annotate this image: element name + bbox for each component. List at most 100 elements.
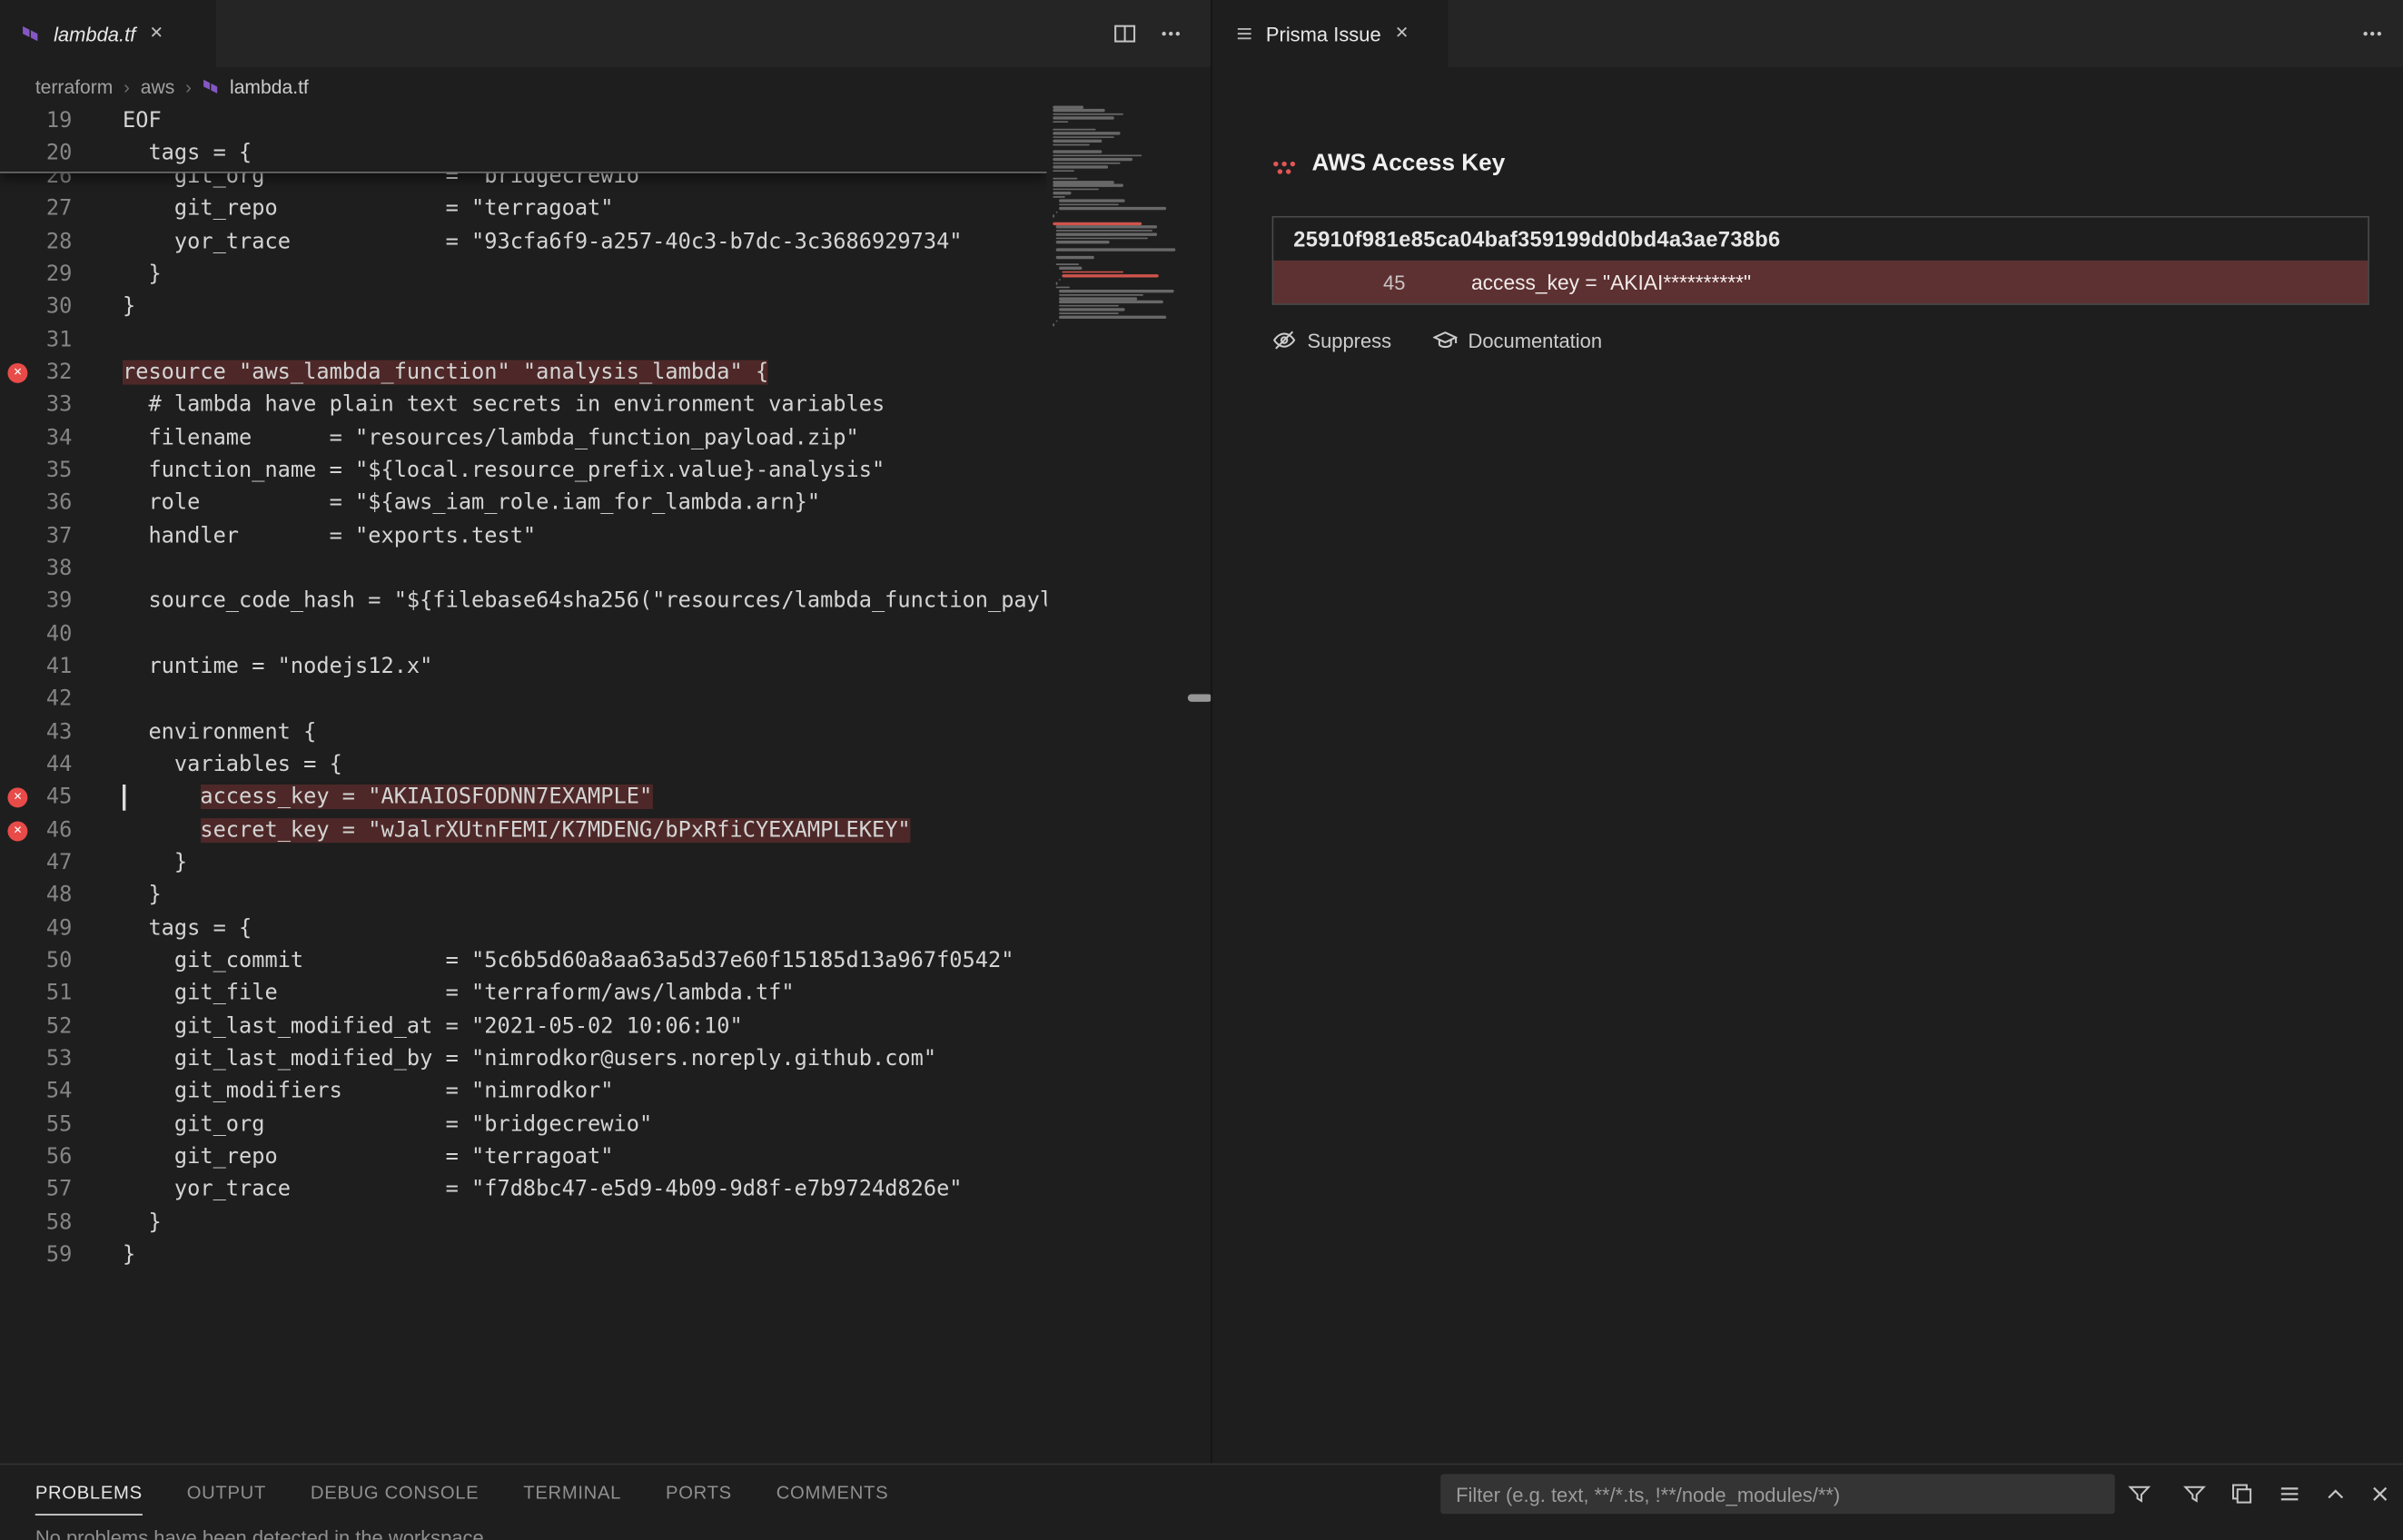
code-line-34[interactable]: 34 filename = "resources/lambda_function… — [0, 422, 1047, 455]
filter-icon[interactable] — [2182, 1482, 2207, 1506]
tab-lambda-tf[interactable]: lambda.tf ✕ — [0, 0, 216, 67]
code-text: } — [123, 291, 135, 324]
breadcrumb-item-lambda-tf[interactable]: lambda.tf — [230, 76, 309, 98]
code-line-54[interactable]: 54 git_modifiers = "nimrodkor" — [0, 1076, 1047, 1109]
code-line-20[interactable]: 20 tags = { — [0, 138, 1047, 171]
code-line-27[interactable]: 27 git_repo = "terragoat" — [0, 193, 1047, 226]
more-actions-icon[interactable] — [1159, 22, 1183, 46]
code-line-32[interactable]: ✕32resource "aws_lambda_function" "analy… — [0, 357, 1047, 390]
tab-output[interactable]: OUTPUT — [187, 1473, 266, 1515]
code-line-43[interactable]: 43 environment { — [0, 716, 1047, 749]
line-number: 29 — [0, 259, 72, 291]
code-line-48[interactable]: 48 } — [0, 880, 1047, 913]
line-number: 46 — [0, 814, 72, 847]
minimap[interactable] — [1048, 105, 1182, 718]
close-tab-icon[interactable]: ✕ — [150, 25, 164, 43]
split-editor-icon[interactable] — [1112, 22, 1137, 46]
view-as-list-icon[interactable] — [2278, 1482, 2302, 1506]
code-area[interactable]: 26 git_org = "bridgecrewio"27 git_repo =… — [0, 105, 1047, 1463]
code-text: git_modifiers = "nimrodkor" — [123, 1076, 614, 1109]
code-line-53[interactable]: 53 git_last_modified_by = "nimrodkor@use… — [0, 1043, 1047, 1076]
documentation-button[interactable]: Documentation — [1433, 328, 1602, 352]
code-line-42[interactable]: 42 — [0, 684, 1047, 716]
code-line-29[interactable]: 29 } — [0, 259, 1047, 291]
breadcrumb[interactable]: terraform › aws › lambda.tf — [0, 67, 1211, 105]
minimap-line — [1053, 151, 1102, 153]
line-number: 34 — [0, 422, 72, 455]
code-text: git_org = "bridgecrewio" — [123, 1109, 652, 1141]
code-line-31[interactable]: 31 — [0, 324, 1047, 357]
code-line-38[interactable]: 38 — [0, 553, 1047, 586]
problems-filter-input[interactable] — [1440, 1474, 2115, 1514]
minimap-line — [1053, 140, 1102, 143]
code-line-55[interactable]: 55 git_org = "bridgecrewio" — [0, 1109, 1047, 1141]
line-number: 40 — [0, 618, 72, 651]
workbench: lambda.tf ✕ Prisma Issue — [0, 0, 2403, 1540]
code-line-19[interactable]: 19EOF — [0, 105, 1047, 138]
breadcrumb-item-terraform[interactable]: terraform — [35, 76, 114, 98]
code-line-51[interactable]: 51 git_file = "terraform/aws/lambda.tf" — [0, 978, 1047, 1011]
code-line-50[interactable]: 50 git_commit = "5c6b5d60a8aa63a5d37e60f… — [0, 945, 1047, 978]
collapse-all-icon[interactable] — [2230, 1482, 2254, 1506]
code-line-46[interactable]: ✕46 secret_key = "wJalrXUtnFEMI/K7MDENG/… — [0, 814, 1047, 847]
suppress-button[interactable]: Suppress — [1272, 328, 1391, 352]
line-number: 30 — [0, 291, 72, 324]
filter-icon[interactable] — [2127, 1482, 2151, 1506]
code-line-28[interactable]: 28 yor_trace = "93cfa6f9-a257-40c3-b7dc-… — [0, 226, 1047, 259]
tab-label: Prisma Issue — [1266, 22, 1381, 44]
line-number: 19 — [0, 105, 72, 138]
close-panel-icon[interactable] — [2368, 1482, 2392, 1506]
line-number: 54 — [0, 1076, 72, 1109]
code-text: environment { — [123, 716, 316, 749]
code-line-41[interactable]: 41 runtime = "nodejs12.x" — [0, 651, 1047, 684]
finding-code-row[interactable]: 45 access_key = "AKIAI**********" — [1273, 261, 2368, 303]
terraform-file-icon — [203, 76, 222, 96]
code-line-45[interactable]: ✕45 access_key = "AKIAIOSFODNN7EXAMPLE" — [0, 782, 1047, 814]
code-line-56[interactable]: 56 git_repo = "terragoat" — [0, 1141, 1047, 1174]
code-line-37[interactable]: 37 handler = "exports.test" — [0, 520, 1047, 553]
minimap-line — [1059, 305, 1119, 308]
minimap-line — [1053, 136, 1114, 139]
code-text: function_name = "${local.resource_prefix… — [123, 455, 885, 488]
code-line-47[interactable]: 47 } — [0, 847, 1047, 880]
code-line-44[interactable]: 44 variables = { — [0, 749, 1047, 782]
tab-terminal[interactable]: TERMINAL — [523, 1473, 621, 1515]
line-number: 35 — [0, 455, 72, 488]
minimap-line — [1053, 121, 1068, 123]
maximize-panel-icon[interactable] — [2323, 1482, 2348, 1506]
code-lines[interactable]: 26 git_org = "bridgecrewio"27 git_repo =… — [0, 161, 1047, 1272]
minimap-line — [1059, 200, 1124, 202]
tab-ports[interactable]: PORTS — [666, 1473, 732, 1515]
sash-drag-handle[interactable] — [1188, 694, 1212, 701]
issue-actions: Suppress Documentation — [1272, 328, 1602, 352]
code-line-59[interactable]: 59} — [0, 1239, 1047, 1272]
close-tab-icon[interactable]: ✕ — [1395, 25, 1409, 43]
line-number: 49 — [0, 913, 72, 945]
tab-problems[interactable]: PROBLEMS — [35, 1473, 143, 1515]
code-line-33[interactable]: 33 # lambda have plain text secrets in e… — [0, 390, 1047, 422]
minimap-line — [1056, 263, 1079, 266]
code-line-30[interactable]: 30} — [0, 291, 1047, 324]
code-line-40[interactable]: 40 — [0, 618, 1047, 651]
tab-debug-console[interactable]: DEBUG CONSOLE — [311, 1473, 479, 1515]
line-number: 37 — [0, 520, 72, 553]
code-line-39[interactable]: 39 source_code_hash = "${filebase64sha25… — [0, 586, 1047, 618]
minimap-line — [1053, 192, 1071, 195]
breadcrumb-item-aws[interactable]: aws — [141, 76, 175, 98]
code-line-35[interactable]: 35 function_name = "${local.resource_pre… — [0, 455, 1047, 488]
tab-comments[interactable]: COMMENTS — [776, 1473, 889, 1515]
tab-prisma-issue[interactable]: Prisma Issue ✕ — [1212, 0, 1449, 67]
code-line-52[interactable]: 52 git_last_modified_at = "2021-05-02 10… — [0, 1011, 1047, 1043]
code-line-57[interactable]: 57 yor_trace = "f7d8bc47-e5d9-4b09-9d8f-… — [0, 1174, 1047, 1207]
more-actions-icon[interactable] — [2360, 22, 2385, 46]
minimap-line — [1056, 320, 1058, 322]
code-line-49[interactable]: 49 tags = { — [0, 913, 1047, 945]
code-text: git_last_modified_at = "2021-05-02 10:06… — [123, 1011, 743, 1043]
code-text: git_file = "terraform/aws/lambda.tf" — [123, 978, 795, 1011]
line-number: 38 — [0, 553, 72, 586]
code-text: yor_trace = "93cfa6f9-a257-40c3-b7dc-3c3… — [123, 226, 963, 259]
code-line-58[interactable]: 58 } — [0, 1207, 1047, 1239]
code-line-36[interactable]: 36 role = "${aws_iam_role.iam_for_lambda… — [0, 488, 1047, 520]
minimap-line — [1053, 222, 1141, 225]
code-editor[interactable]: 26 git_org = "bridgecrewio"27 git_repo =… — [0, 105, 1211, 1463]
